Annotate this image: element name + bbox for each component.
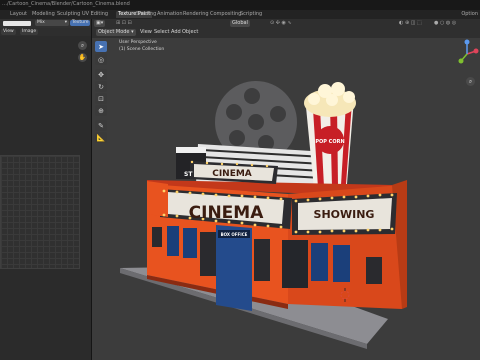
texture-button[interactable]: Texture (70, 20, 91, 26)
zoom-icon[interactable]: ⌕ (78, 41, 87, 50)
door (282, 240, 308, 288)
options-label[interactable]: Option (461, 11, 478, 17)
image-editor-panel: Mix ▾ Texture View Image ⌕ ✋ (0, 19, 92, 360)
view-menu[interactable]: View (1, 29, 16, 35)
window (333, 245, 350, 282)
tab-scripting[interactable]: Scripting (238, 11, 264, 18)
mode-value: Mix (37, 20, 45, 25)
side-sign-text: SHOWING (314, 208, 375, 221)
window (311, 243, 328, 281)
clapper-text: ST (184, 171, 193, 178)
mode-dropdown[interactable]: Mix ▾ (35, 20, 69, 26)
tab-uv-editing[interactable]: UV Editing (80, 11, 110, 18)
window (183, 228, 197, 258)
main-sign-text: CINEMA (189, 203, 265, 223)
image-editor-header: Mix ▾ Texture (0, 19, 91, 28)
cinema-model: CINEMA CINEMA SHOWING BOX OFFICE POP COR… (120, 81, 407, 349)
door (200, 232, 218, 276)
window (167, 226, 179, 256)
poster (366, 257, 382, 284)
window-title: …/Cartoon_Cinema/Blender/Cartoon_Cinema.… (2, 1, 130, 7)
tab-layout[interactable]: Layout (8, 11, 29, 18)
roof-sign-text: CINEMA (212, 169, 252, 179)
hand-pan-icon[interactable]: ✋ (78, 53, 87, 62)
tab-rendering[interactable]: Rendering (181, 11, 211, 18)
workspace-bar: Layout Modeling Sculpting UV Editing Tex… (0, 10, 480, 19)
3d-viewport[interactable]: ▣▾ ⊞ ⊡ ⊟ Global ⊙ ✣ ◉ ∿ ◐ ⊕ ◫ ⬚ ● ○ ◍ ◎ … (92, 19, 480, 360)
uv-grid[interactable] (0, 155, 80, 269)
tab-sculpting[interactable]: Sculpting (55, 11, 82, 18)
title-bar: …/Cartoon_Cinema/Blender/Cartoon_Cinema.… (0, 0, 480, 10)
poster (152, 227, 162, 247)
chevron-down-icon: ▾ (64, 20, 67, 25)
popcorn-text: POP CORN (315, 139, 344, 145)
image-menu[interactable]: Image (20, 29, 39, 35)
box-office-text: BOX OFFICE (221, 232, 248, 237)
door (254, 239, 270, 281)
image-editor-toolbar: View Image (0, 28, 91, 36)
editor-type-selector[interactable] (3, 21, 31, 26)
tab-modeling[interactable]: Modeling (30, 11, 57, 18)
